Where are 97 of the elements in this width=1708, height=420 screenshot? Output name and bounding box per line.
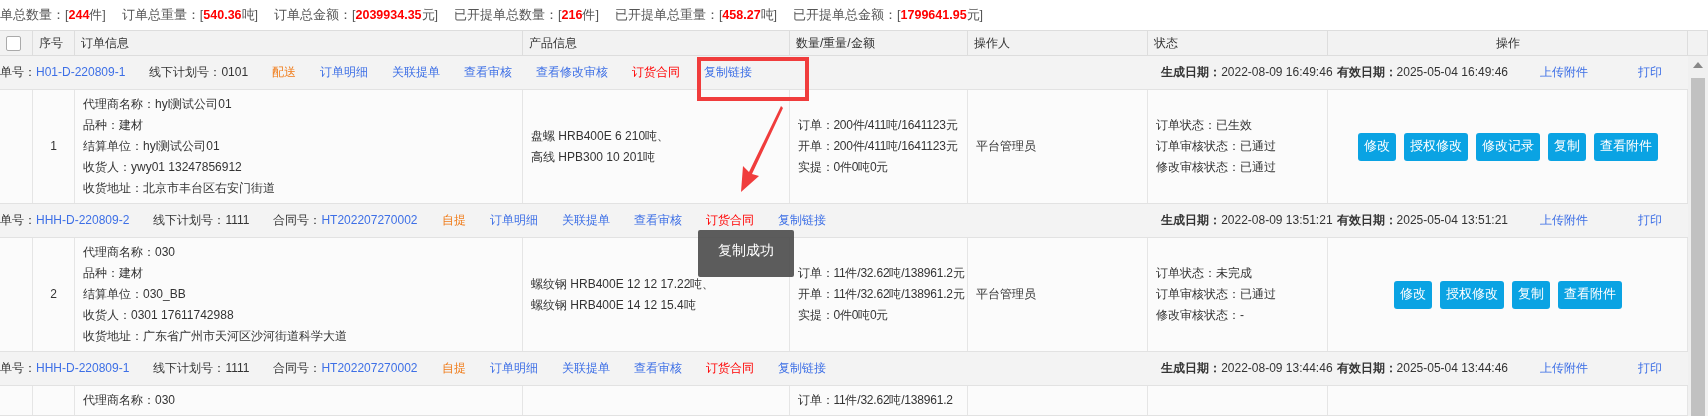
order-link[interactable]: 复制链接 (704, 64, 753, 81)
column-header: 状态 (1154, 34, 1178, 52)
quantity-text: 实提：0件0吨0元 (798, 307, 890, 324)
order-link[interactable]: 复制链接 (777, 212, 826, 229)
row-number: 2 (50, 286, 57, 303)
date-text: 生成日期：2022-08-09 16:49:46 (1161, 64, 1333, 81)
scroll-up-icon[interactable] (1693, 62, 1703, 68)
order-link[interactable]: 订单明细 (489, 212, 538, 229)
order-link[interactable]: 查看修改审核 (536, 64, 609, 81)
order-link[interactable]: 配送 (272, 64, 297, 81)
order-info-text: 代理商名称：030 (83, 392, 177, 409)
order-link[interactable]: 关联提单 (561, 360, 610, 377)
action-button[interactable]: 修改 (1393, 280, 1432, 309)
order-field: 线下计划号：0101 (149, 64, 249, 81)
order-link[interactable]: 查看审核 (633, 212, 682, 229)
action-button[interactable]: 查看附件 (1593, 132, 1658, 161)
order-link[interactable]: 复制链接 (777, 360, 826, 377)
action-button[interactable]: 授权修改 (1439, 280, 1504, 309)
column-header: 操作人 (974, 34, 1010, 52)
summary-stat: 单总数量：[244件] (0, 6, 106, 24)
order-action-link[interactable]: 打印 (1638, 360, 1662, 377)
order-field: 合同号：HT202207270002 (273, 360, 418, 377)
order-link[interactable]: 自提 (441, 360, 466, 377)
summary-stat: 已开提单总重量：[458.27吨] (614, 6, 778, 24)
order-link[interactable]: 订货合同 (705, 212, 754, 229)
date-text: 有效日期：2025-05-04 13:44:46 (1336, 360, 1508, 377)
column-header: 数量/重量/金额 (796, 34, 875, 52)
status-text: 订单状态：已生效 (1156, 117, 1253, 134)
product-text: 高线 HPB300 10 201吨 (531, 148, 657, 166)
order-field: 单号：HHH-D-220809-1 (0, 360, 130, 377)
status-text: 修改审核状态：- (1156, 307, 1245, 324)
quantity-text: 开单：200件/411吨/1641123元 (798, 138, 959, 155)
quantity-text: 订单：11件/32.62吨/138961.2元 (798, 265, 965, 282)
action-button[interactable]: 修改记录 (1475, 132, 1540, 161)
order-field: 线下计划号：1111 (153, 360, 250, 377)
quantity-text: 实提：0件0吨0元 (798, 159, 890, 176)
date-text: 有效日期：2025-05-04 13:51:21 (1336, 212, 1508, 229)
date-text: 生成日期：2022-08-09 13:44:46 (1161, 360, 1333, 377)
order-link[interactable]: 自提 (441, 212, 466, 229)
action-button[interactable]: 授权修改 (1403, 132, 1468, 161)
quantity-text: 开单：11件/32.62吨/138961.2元 (798, 286, 965, 303)
quantity-text: 订单：11件/32.62吨/138961.2 (798, 392, 954, 409)
toast-message: 复制成功 (698, 230, 794, 277)
status-text: 订单审核状态：已通过 (1156, 286, 1277, 303)
status-text: 修改审核状态：已通过 (1156, 159, 1277, 176)
select-all-checkbox[interactable] (6, 35, 21, 51)
product-text: 盘螺 HRB400E 6 210吨、 (531, 127, 671, 145)
summary-stat: 订单总重量：[540.36吨] (121, 6, 259, 24)
order-info-text: 收货地址：北京市丰台区右安门街道 (83, 180, 276, 197)
order-link[interactable]: 订单明细 (489, 360, 538, 377)
column-header: 产品信息 (529, 34, 577, 52)
product-text: 螺纹钢 HRB400E 14 12 15.4吨 (531, 296, 697, 314)
operator-text: 平台管理员 (976, 286, 1037, 303)
date-text: 有效日期：2025-05-04 16:49:46 (1336, 64, 1508, 81)
order-link[interactable]: 订货合同 (632, 64, 681, 81)
column-header: 序号 (39, 34, 63, 52)
status-text: 订单审核状态：已通过 (1156, 138, 1277, 155)
order-info-text: 结算单位：hyl测试公司01 (83, 138, 221, 155)
order-field: 线下计划号：1111 (153, 212, 250, 229)
order-link[interactable]: 订单明细 (320, 64, 369, 81)
order-info-text: 结算单位：030_BB (83, 286, 187, 303)
order-action-link[interactable]: 打印 (1638, 212, 1662, 229)
column-header: 订单信息 (81, 34, 129, 52)
summary-stat: 已开提单总数量：[216件] (454, 6, 599, 24)
order-info-text: 代理商名称：hyl测试公司01 (83, 96, 233, 113)
action-button[interactable]: 复制 (1511, 280, 1550, 309)
date-text: 生成日期：2022-08-09 13:51:21 (1161, 212, 1333, 229)
action-button[interactable]: 查看附件 (1557, 280, 1622, 309)
order-info-text: 收货地址：广东省广州市天河区沙河街道科学大道 (83, 328, 348, 345)
order-field: 单号：HHH-D-220809-2 (0, 212, 130, 229)
order-link[interactable]: 订货合同 (705, 360, 754, 377)
order-action-link[interactable]: 上传附件 (1540, 64, 1588, 81)
action-button[interactable]: 修改 (1357, 132, 1396, 161)
summary-stat: 已开提单总金额：[1799641.95元] (793, 6, 984, 24)
product-text: 螺纹钢 HRB400E 12 12 17.22吨、 (531, 275, 716, 293)
order-link[interactable]: 关联提单 (561, 212, 610, 229)
order-field: 单号：H01-D-220809-1 (0, 64, 126, 81)
order-action-link[interactable]: 上传附件 (1540, 360, 1588, 377)
order-link[interactable]: 关联提单 (392, 64, 441, 81)
row-number: 1 (50, 138, 57, 155)
order-link[interactable]: 查看审核 (464, 64, 513, 81)
order-action-link[interactable]: 打印 (1638, 64, 1662, 81)
order-field: 合同号：HT202207270002 (273, 212, 418, 229)
status-text: 订单状态：未完成 (1156, 265, 1253, 282)
summary-stat: 订单总金额：[2039934.35元] (274, 6, 439, 24)
operator-text: 平台管理员 (976, 138, 1037, 155)
order-info-text: 代理商名称：030 (83, 244, 177, 261)
order-link[interactable]: 查看审核 (633, 360, 682, 377)
scrollbar[interactable] (1688, 56, 1708, 416)
order-info-text: 品种：建材 (83, 117, 144, 134)
order-info-text: 收货人：0301 17611742988 (83, 307, 235, 324)
order-info-text: 品种：建材 (83, 265, 144, 282)
order-info-text: 收货人：ywy01 13247856912 (83, 159, 243, 176)
order-action-link[interactable]: 上传附件 (1540, 212, 1588, 229)
action-button[interactable]: 复制 (1547, 132, 1586, 161)
quantity-text: 订单：200件/411吨/1641123元 (798, 117, 959, 134)
column-header: 操作 (1495, 34, 1520, 52)
